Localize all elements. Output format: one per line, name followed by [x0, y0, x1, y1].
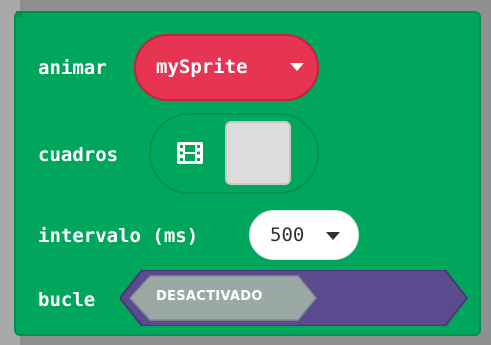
animate-label: animar — [38, 57, 107, 79]
block-notch — [16, 11, 22, 17]
frames-label: cuadros — [38, 144, 119, 166]
caret-down-icon — [290, 63, 304, 71]
frame-thumbnail[interactable] — [225, 121, 291, 185]
loop-toggle-value: DESACTIVADO — [156, 289, 263, 304]
interval-dropdown[interactable]: 500 — [249, 210, 359, 260]
sprite-dropdown[interactable]: mySprite — [134, 34, 319, 101]
sprite-dropdown-value: mySprite — [156, 56, 248, 78]
interval-label: intervalo (ms) — [38, 225, 199, 247]
caret-down-icon — [326, 232, 340, 240]
interval-value: 500 — [270, 224, 305, 246]
film-icon — [177, 142, 203, 164]
loop-label: bucle — [38, 289, 96, 311]
